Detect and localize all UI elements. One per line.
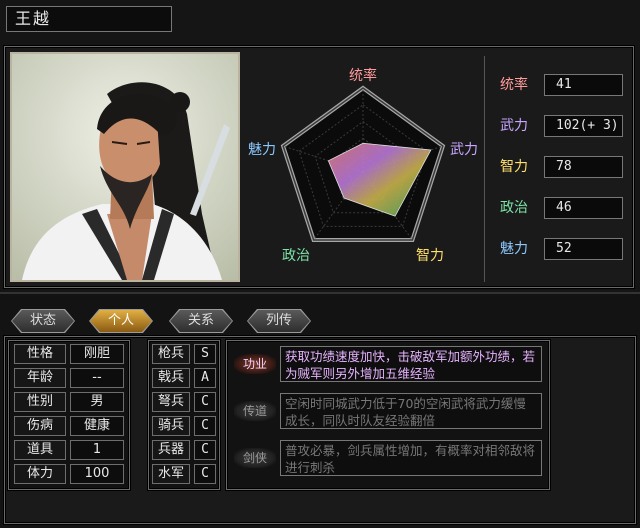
- tab-0[interactable]: 状态: [12, 310, 74, 332]
- tab-1[interactable]: 个人: [90, 310, 152, 332]
- troop-grade: S: [194, 344, 216, 364]
- info-label: 年龄: [14, 368, 66, 388]
- character-portrait: [10, 52, 240, 282]
- troop-type-label: 水军: [152, 464, 190, 484]
- info-value: --: [70, 368, 124, 388]
- stat-label: 政治: [500, 200, 528, 216]
- info-value: 男: [70, 392, 124, 412]
- stat-value: 78: [544, 156, 623, 178]
- stat-label: 魅力: [500, 241, 528, 257]
- troop-type-label: 戟兵: [152, 368, 190, 388]
- tab-2[interactable]: 关系: [170, 310, 232, 332]
- troop-type-label: 骑兵: [152, 416, 190, 436]
- info-label: 性格: [14, 344, 66, 364]
- info-value: 1: [70, 440, 124, 460]
- radar-chart: 统率武力智力 政治 魅力: [248, 67, 478, 264]
- info-value: 100: [70, 464, 124, 484]
- portrait-image: [12, 54, 238, 280]
- stat-label: 智力: [500, 159, 528, 175]
- troop-type-label: 兵器: [152, 440, 190, 460]
- info-label: 体力: [14, 464, 66, 484]
- info-label: 伤病: [14, 416, 66, 436]
- troop-grade: C: [194, 416, 216, 436]
- tab-3[interactable]: 列传: [248, 310, 310, 332]
- attribute-radar: 统率武力智力 政治 魅力: [244, 52, 482, 284]
- troop-grade: C: [194, 392, 216, 412]
- radar-axis-label: 统率: [349, 67, 377, 84]
- stat-label: 武力: [500, 118, 528, 134]
- stat-value: 46: [544, 197, 623, 219]
- info-value: 健康: [70, 416, 124, 436]
- skill-description: 普攻必暴，剑兵属性增加，有概率对相邻敌将进行刺杀: [280, 440, 542, 476]
- stat-value: 41: [544, 74, 623, 96]
- skill-description: 获取功绩速度加快，击破敌军加额外功绩，若为贼军则另外增加五维经验: [280, 346, 542, 382]
- troop-type-label: 弩兵: [152, 392, 190, 412]
- skill-name[interactable]: 功业: [234, 354, 276, 374]
- info-label: 道具: [14, 440, 66, 460]
- radar-axis-label: 政治: [282, 248, 310, 264]
- troop-grade: A: [194, 368, 216, 388]
- skill-name[interactable]: 传道: [234, 401, 276, 421]
- stat-value: 52: [544, 238, 623, 260]
- info-label: 性别: [14, 392, 66, 412]
- skill-description: 空闲时同城武力低于70的空闲武将武力缓慢成长，同队时队友经验翻倍: [280, 393, 542, 429]
- divider: [484, 56, 485, 282]
- radar-axis-label: 智力: [416, 248, 444, 264]
- stat-value: 102(+ 3): [544, 115, 623, 137]
- radar-axis-label: 武力: [450, 142, 478, 158]
- stat-label: 统率: [500, 77, 528, 93]
- troop-grade: C: [194, 440, 216, 460]
- radar-axis-label: 魅力: [248, 142, 276, 158]
- troop-grade: C: [194, 464, 216, 484]
- info-value: 刚胆: [70, 344, 124, 364]
- character-name: 王越: [6, 6, 172, 32]
- troop-type-label: 枪兵: [152, 344, 190, 364]
- skill-name[interactable]: 剑侠: [234, 448, 276, 468]
